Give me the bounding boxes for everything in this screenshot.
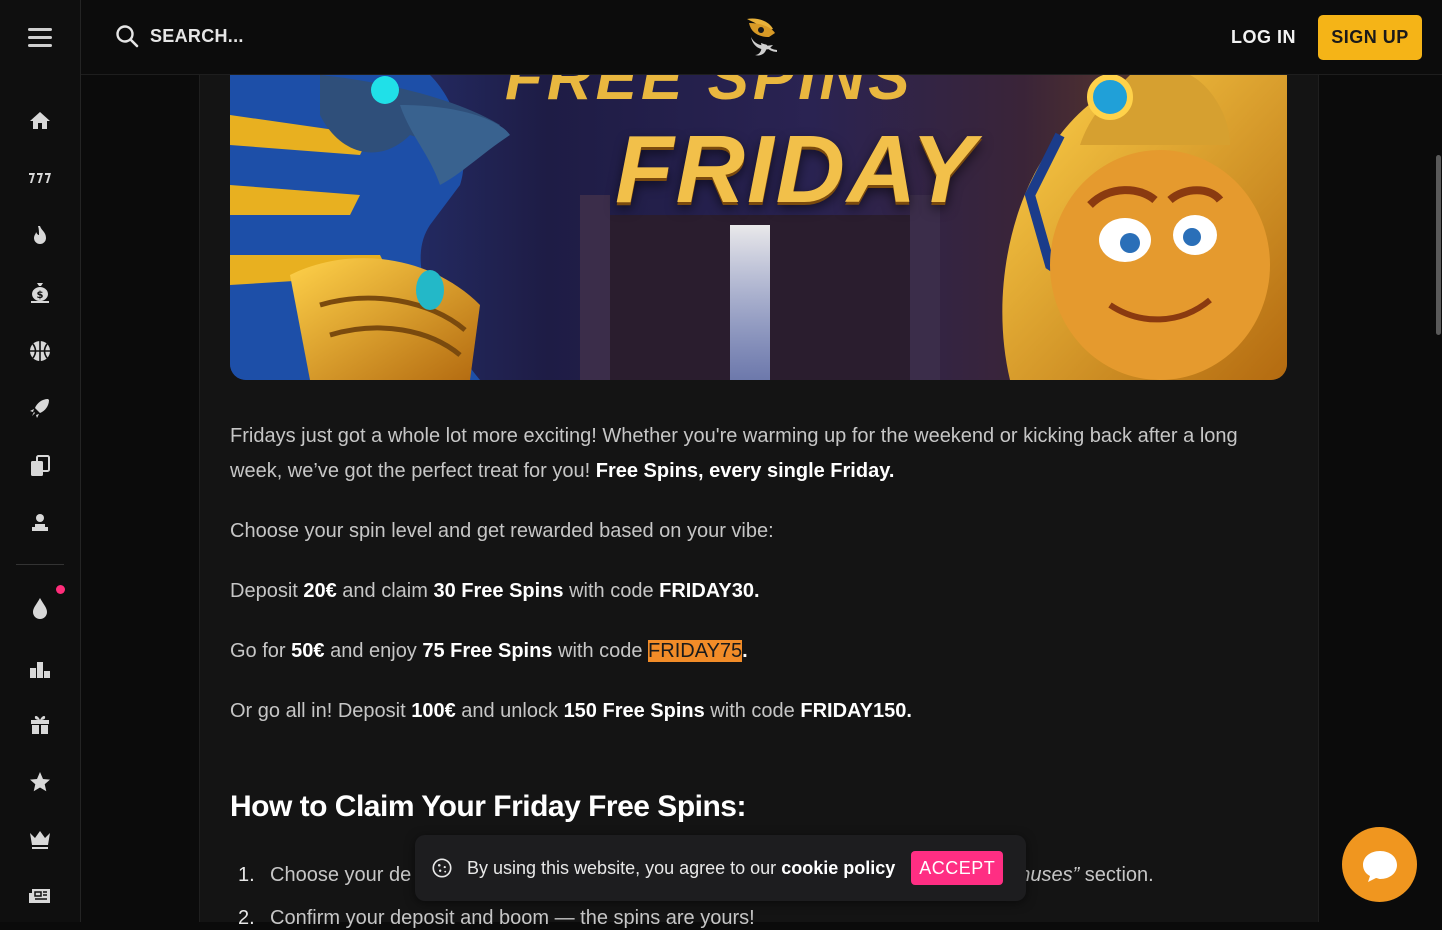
list-item: 2. Confirm your deposit and boom — the sp…: [238, 907, 755, 930]
sidebar-divider: [16, 564, 64, 565]
step-text-italic: nuses”: [1019, 864, 1080, 886]
tier-1-code-pre: with code: [563, 580, 660, 602]
tier-3-spins: 150 Free Spins: [563, 700, 705, 722]
site-logo[interactable]: [739, 15, 783, 59]
tier-3-mid: and unlock: [455, 700, 564, 722]
chat-bubble-icon: [1362, 850, 1397, 882]
cookie-policy-link[interactable]: cookie policy: [781, 858, 895, 878]
tier-1: Deposit 20€ and claim 30 Free Spins with…: [230, 574, 1290, 609]
home-icon[interactable]: [26, 107, 54, 135]
tier-3-pre: Or go all in! Deposit: [230, 700, 412, 722]
basketball-icon[interactable]: [26, 337, 54, 365]
promo-banner: FREE SPINS FRIDAY: [230, 75, 1287, 380]
menu-icon[interactable]: [28, 28, 52, 48]
notification-dot: [56, 585, 65, 594]
rocket-icon[interactable]: [26, 394, 54, 422]
svg-text:$: $: [37, 290, 44, 301]
banner-title: FRIDAY: [615, 116, 978, 223]
tier-3-amount: 100€: [411, 700, 456, 722]
drop-icon[interactable]: [26, 594, 54, 622]
chat-button[interactable]: [1342, 827, 1417, 902]
cookie-text: By using this website, you agree to our …: [467, 858, 895, 879]
dealer-icon[interactable]: [26, 509, 54, 537]
signup-button[interactable]: SIGN UP: [1318, 15, 1422, 60]
cookie-banner: By using this website, you agree to our …: [415, 835, 1026, 901]
top-bar: SEARCH... LOG IN SIGN UP: [81, 0, 1442, 75]
sidebar: $: [0, 0, 81, 922]
gift-icon[interactable]: [26, 710, 54, 738]
news-icon[interactable]: [26, 882, 54, 910]
tier-2-spins: 75 Free Spins: [422, 640, 553, 662]
fire-icon[interactable]: [26, 222, 54, 250]
scrollbar[interactable]: [1436, 155, 1441, 335]
login-button[interactable]: LOG IN: [1231, 27, 1296, 48]
section-heading: How to Claim Your Friday Free Spins:: [230, 790, 746, 823]
banner-title-top: FREE SPINS: [505, 75, 914, 113]
cookie-message: By using this website, you agree to our: [467, 857, 782, 878]
step-text-end: section.: [1079, 864, 1154, 886]
tier-1-pre: Deposit: [230, 580, 304, 602]
crown-icon[interactable]: [26, 825, 54, 853]
step-text: Choose your de: [270, 864, 412, 886]
tier-3-code-pre: with code: [704, 700, 801, 722]
tier-1-amount: 20€: [303, 580, 337, 602]
tier-1-code: FRIDAY30.: [659, 580, 760, 602]
star-icon[interactable]: [26, 768, 54, 796]
search-icon: [116, 25, 139, 48]
tier-2-mid: and enjoy: [324, 640, 423, 662]
tier-2-pre: Go for: [230, 640, 292, 662]
tier-2-amount: 50€: [291, 640, 325, 662]
step-text: Confirm your deposit and boom — the spin…: [270, 907, 755, 929]
tier-2-post: .: [742, 640, 748, 662]
cards-icon[interactable]: [26, 452, 54, 480]
accept-button[interactable]: ACCEPT: [911, 851, 1004, 885]
intro-bold: Free Spins, every single Friday.: [595, 460, 895, 482]
tier-3-code: FRIDAY150.: [800, 700, 912, 722]
cookie-icon: [432, 858, 452, 878]
tier-2: Go for 50€ and enjoy 75 Free Spins with …: [230, 634, 1290, 669]
search-label: SEARCH...: [150, 25, 244, 46]
leaderboard-icon[interactable]: [26, 654, 54, 682]
step-number: 2.: [238, 907, 255, 929]
search-button[interactable]: SEARCH...: [115, 24, 244, 48]
choose-paragraph: Choose your spin level and get rewarded …: [230, 520, 774, 542]
slots-777-icon[interactable]: [26, 164, 54, 192]
tier-2-code-highlighted: FRIDAY75: [648, 640, 743, 662]
money-bag-icon[interactable]: $: [26, 279, 54, 307]
tier-1-spins: 30 Free Spins: [433, 580, 564, 602]
tier-1-mid: and claim: [336, 580, 434, 602]
tier-3: Or go all in! Deposit 100€ and unlock 15…: [230, 694, 1290, 729]
tier-2-code-pre: with code: [552, 640, 649, 662]
step-number: 1.: [238, 864, 255, 886]
intro-paragraph: Fridays just got a whole lot more exciti…: [230, 419, 1290, 489]
